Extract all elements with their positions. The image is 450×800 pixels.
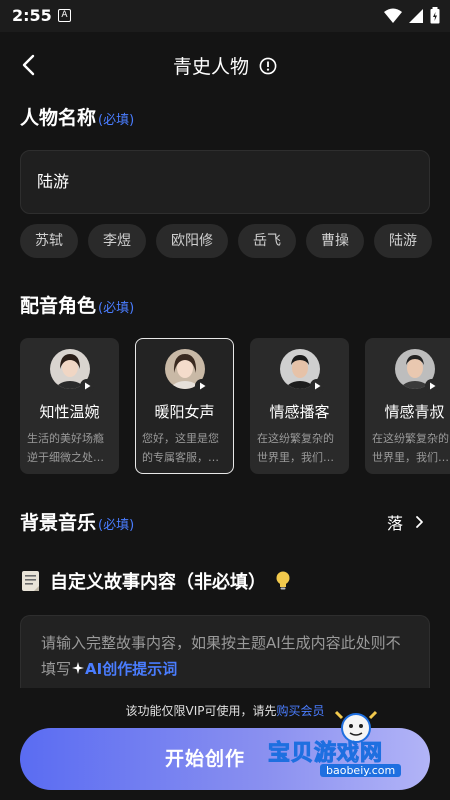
voice-desc: 在这纷繁复杂的世界里，我们… <box>372 432 449 464</box>
page-title: 青史人物 <box>172 56 249 78</box>
voice-name: 情感播客 <box>269 403 330 421</box>
play-icon[interactable] <box>195 379 209 393</box>
music-label: 背景音乐 <box>20 512 97 534</box>
wifi-icon <box>384 8 402 23</box>
voice-required-tag: (必填) <box>98 301 135 316</box>
watermark-domain: baobeiy.com <box>320 764 402 777</box>
music-selector[interactable]: 落 <box>387 510 424 534</box>
notification-a-icon: A <box>58 9 71 22</box>
voice-card[interactable]: 情感播客 在这纷繁复杂的世界里，我们… <box>250 338 349 474</box>
name-chip[interactable]: 陆游 <box>374 224 432 258</box>
signal-icon <box>409 8 423 23</box>
sparkle-icon <box>72 662 85 674</box>
vip-note-text: 该功能仅限VIP可使用，请先 <box>125 704 277 718</box>
name-section-label: 人物名称 (必填) <box>20 103 134 130</box>
music-required-tag: (必填) <box>98 518 135 533</box>
story-section-label: 自定义故事内容（非必填） <box>20 568 292 594</box>
lightbulb-icon[interactable] <box>274 570 292 592</box>
name-label: 人物名称 <box>20 107 97 129</box>
voice-list: 知性温婉 生活的美好场瘾逆于细微之处… 暖阳女声 您好，这里是您的专属客服，… … <box>20 338 450 474</box>
voice-desc: 生活的美好场瘾逆于细微之处… <box>27 432 104 464</box>
music-value: 落 <box>386 514 403 533</box>
voice-card-selected[interactable]: 暖阳女声 您好，这里是您的专属客服，… <box>135 338 234 474</box>
watermark-text: 宝贝游戏网 <box>267 741 384 767</box>
name-chip[interactable]: 欧阳修 <box>156 224 228 258</box>
voice-name: 知性温婉 <box>39 403 100 421</box>
voice-card[interactable]: 情感青叔 在这纷繁复杂的世界里，我们… <box>365 338 450 474</box>
name-chip[interactable]: 苏轼 <box>20 224 78 258</box>
nav-bar: 青史人物 <box>0 44 450 86</box>
status-time: 2:55 <box>12 6 52 25</box>
play-icon[interactable] <box>425 379 439 393</box>
story-title: 自定义故事内容（非必填） <box>50 572 266 593</box>
voice-name: 暖阳女声 <box>154 403 215 421</box>
voice-name: 情感青叔 <box>384 403 445 421</box>
status-bar: 2:55 A <box>0 0 450 32</box>
voice-desc: 您好，这里是您的专属客服，… <box>142 432 219 464</box>
name-chip[interactable]: 曹操 <box>306 224 364 258</box>
buy-membership-link[interactable]: 购买会员 <box>276 704 324 718</box>
voice-section-label: 配音角色 (必填) <box>20 291 134 318</box>
status-icons <box>384 7 440 24</box>
play-icon[interactable] <box>80 379 94 393</box>
memo-icon <box>22 571 39 591</box>
play-icon[interactable] <box>310 379 324 393</box>
name-chip[interactable]: 李煜 <box>88 224 146 258</box>
name-chip[interactable]: 岳飞 <box>238 224 296 258</box>
voice-desc: 在这纷繁复杂的世界里，我们… <box>257 432 334 464</box>
page-title-wrap: 青史人物 <box>0 52 450 79</box>
name-required-tag: (必填) <box>98 113 135 128</box>
music-section-label: 背景音乐 (必填) <box>20 508 134 535</box>
voice-card[interactable]: 知性温婉 生活的美好场瘾逆于细微之处… <box>20 338 119 474</box>
chevron-right-icon <box>416 516 423 528</box>
character-name-input[interactable]: 陆游 <box>20 150 430 214</box>
info-icon[interactable] <box>259 57 277 75</box>
ai-prompt-link[interactable]: AI创作提示词 <box>85 660 177 678</box>
voice-label: 配音角色 <box>20 295 97 317</box>
name-suggestions: 苏轼 李煜 欧阳修 岳飞 曹操 陆游 <box>20 224 450 260</box>
battery-icon <box>430 7 440 24</box>
